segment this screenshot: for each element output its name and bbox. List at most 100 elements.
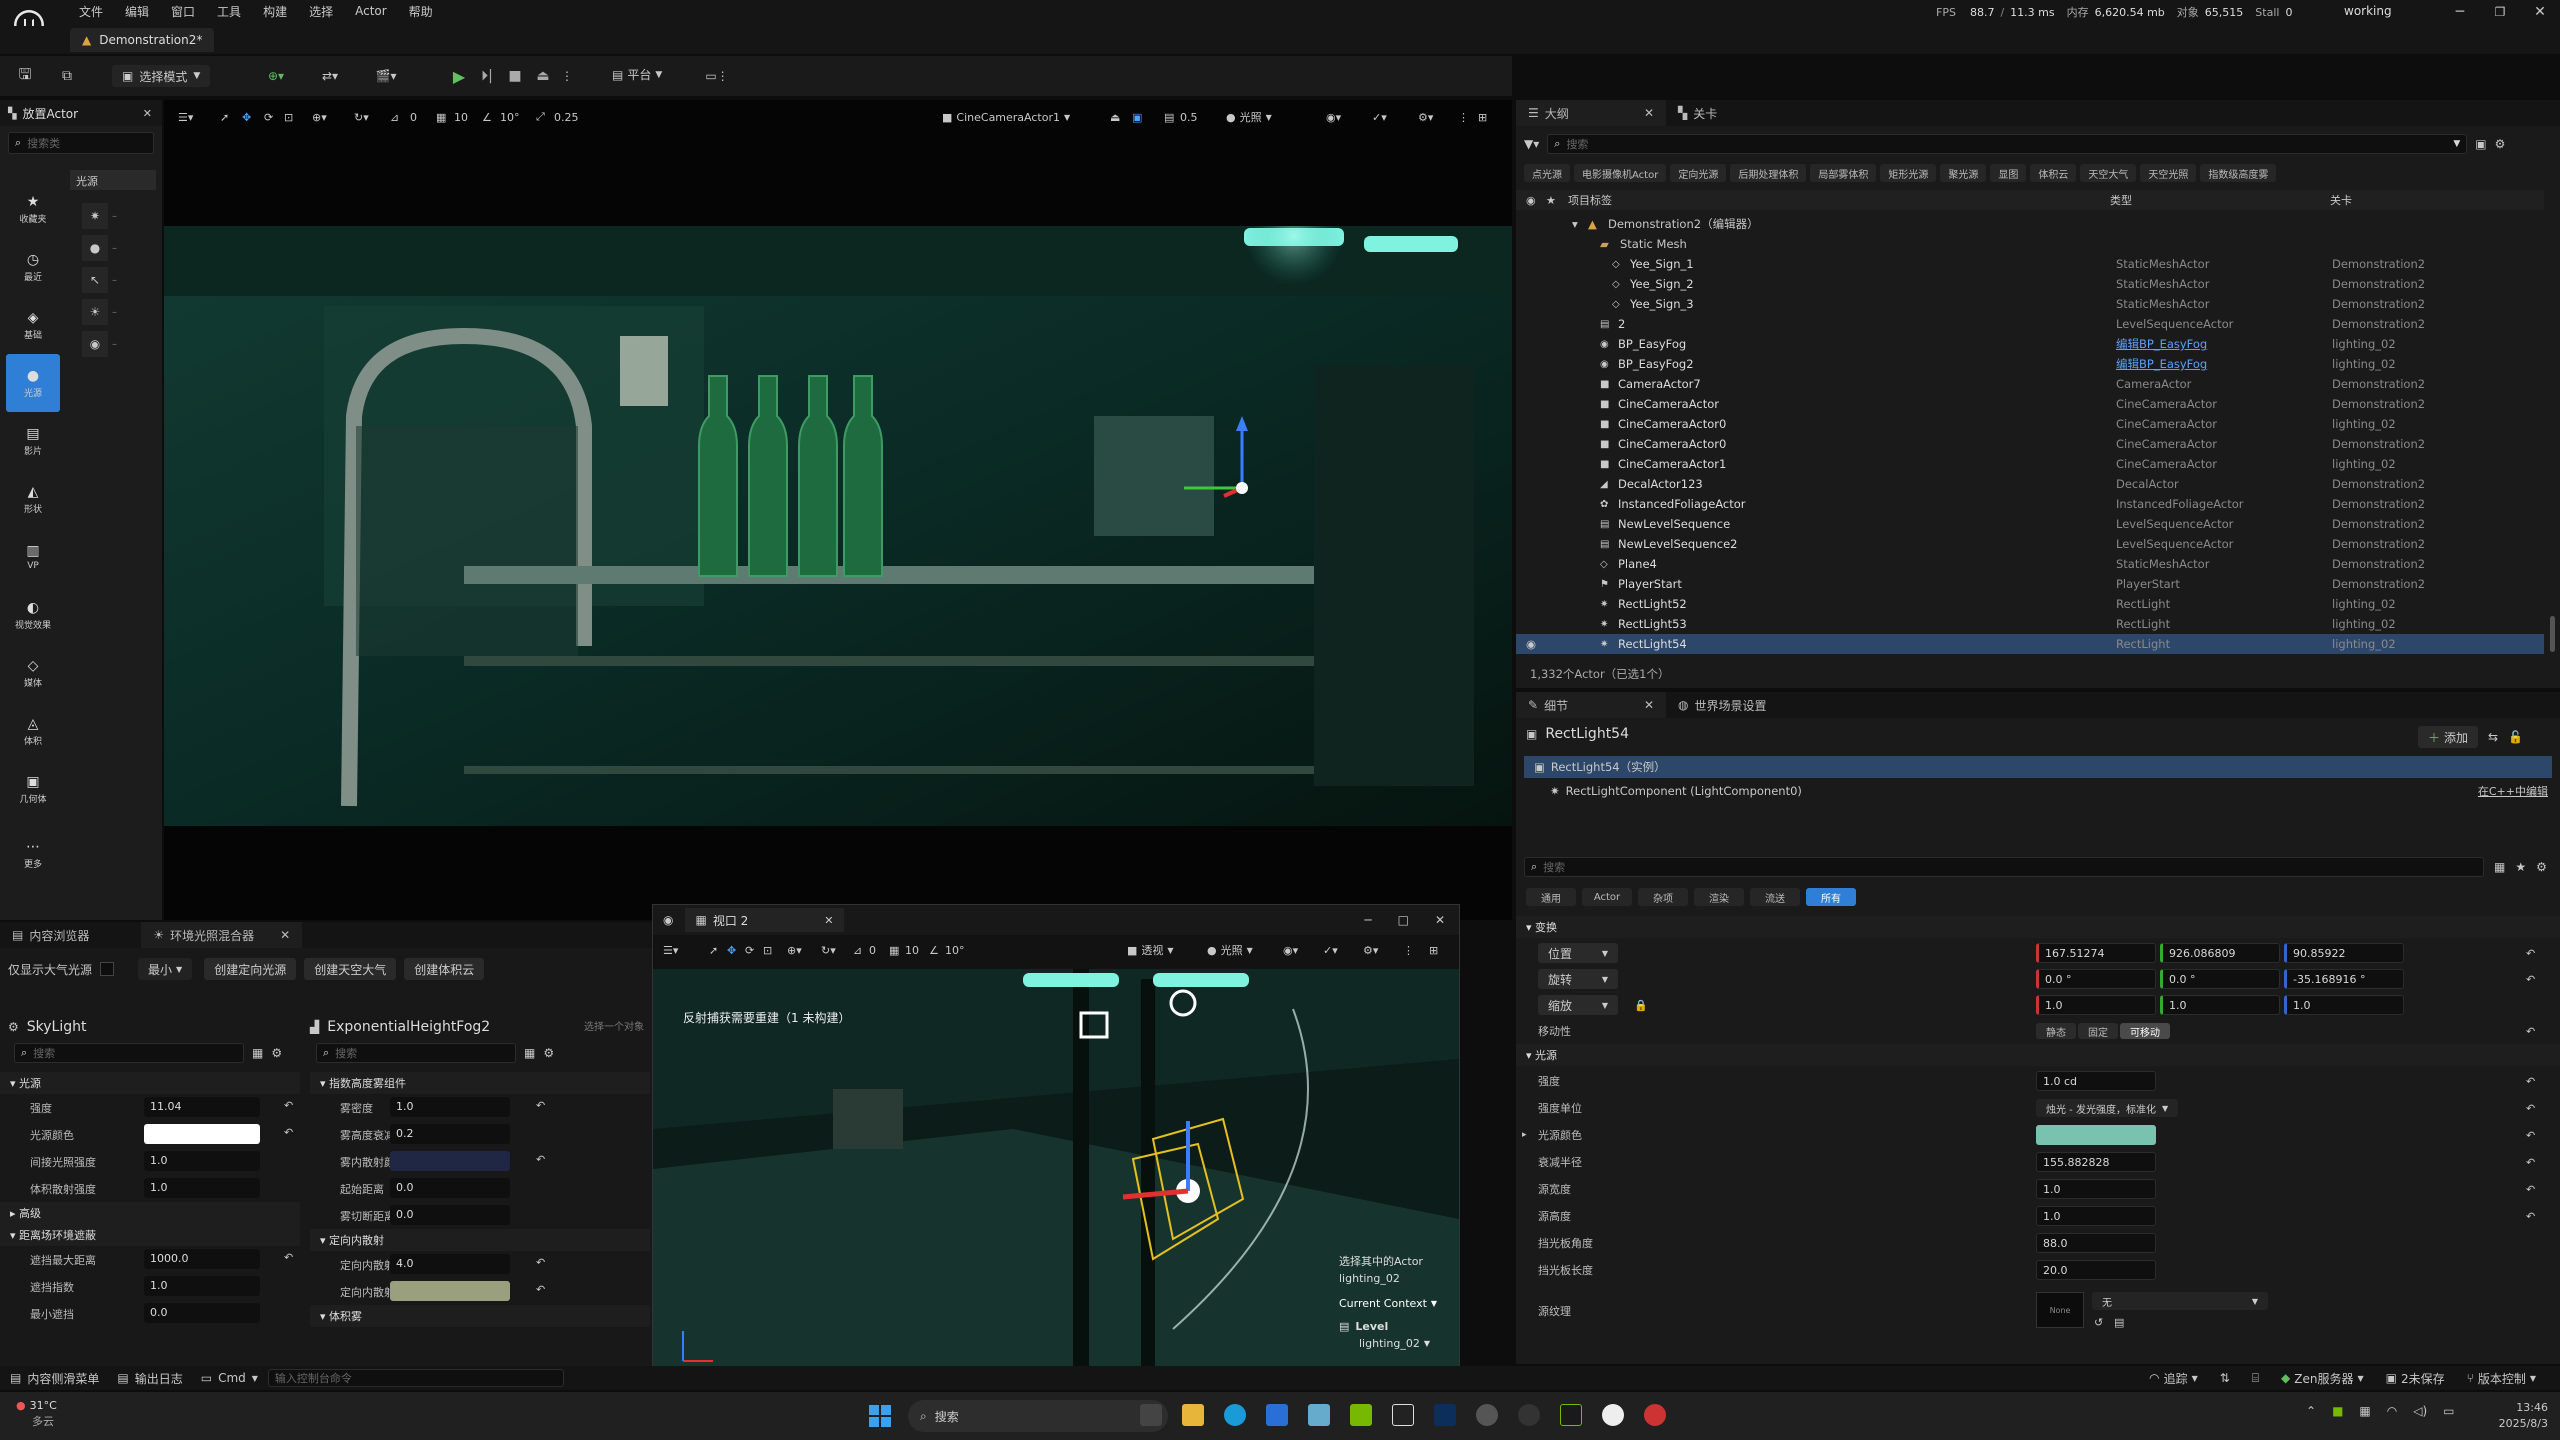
filter-chip[interactable]: 指数级高度雾: [2200, 164, 2277, 182]
wifi-icon[interactable]: ◠: [2387, 1404, 2397, 1418]
outliner-row[interactable]: ■ CineCameraActor CineCameraActor Demonstra…: [1516, 394, 2544, 414]
select-tool-icon[interactable]: ➚: [220, 111, 229, 124]
viewport-settings-icon[interactable]: ⚙▾: [1363, 944, 1378, 957]
gear-icon[interactable]: ⚙: [271, 1046, 282, 1060]
reset-icon[interactable]: ↶: [2526, 1025, 2535, 1038]
min-dropdown[interactable]: 最小 ▼: [138, 958, 193, 980]
outliner-row[interactable]: ■ CineCameraActor0 CineCameraActor Demonstr…: [1516, 434, 2544, 454]
scale-tool-icon[interactable]: ⊡: [284, 111, 293, 124]
snap-b[interactable]: 10: [905, 944, 919, 957]
light-property-value[interactable]: 1.0: [2036, 1206, 2156, 1226]
more-icon[interactable]: ⋮: [1458, 111, 1469, 124]
grid-snap-icon[interactable]: ▦: [436, 111, 446, 124]
create-dir-light-button[interactable]: 创建定向光源: [204, 958, 297, 980]
task-view-icon[interactable]: [1140, 1404, 1162, 1426]
close-icon[interactable]: ✕: [1435, 913, 1445, 927]
scale-z[interactable]: 1.0: [2284, 995, 2404, 1015]
category-item[interactable]: ▤ 影片: [6, 412, 60, 470]
translate-tool-icon[interactable]: ✥: [727, 944, 736, 957]
rot-snap-icon[interactable]: ∠: [482, 111, 492, 124]
world-icon[interactable]: ⊕▾: [787, 944, 802, 957]
nvidia-icon[interactable]: [1350, 1404, 1372, 1426]
outliner-row[interactable]: ▤ NewLevelSequence LevelSequenceActor Demon…: [1516, 514, 2544, 534]
edit-cpp-link[interactable]: 在C++中编辑: [2478, 783, 2548, 799]
more-icon[interactable]: ⋮: [560, 66, 574, 86]
fog-directional-section[interactable]: ▾ 定向内散射: [310, 1229, 650, 1251]
filter-chip[interactable]: 聚光源: [1940, 164, 1987, 182]
details-filter-tab[interactable]: Actor: [1582, 888, 1632, 906]
color-swatch[interactable]: [390, 1151, 510, 1171]
viewport-2-tab[interactable]: ▦ 视口 2 ✕: [685, 908, 844, 932]
skylight-advanced-section[interactable]: ▸ 高级: [0, 1202, 300, 1224]
skylight-light-section[interactable]: ▾ 光源: [0, 1072, 300, 1094]
rotate-snap-icon[interactable]: ↻▾: [354, 111, 369, 124]
use-asset-icon[interactable]: ↺: [2094, 1316, 2103, 1329]
light-property-value[interactable]: 1.0 cd: [2036, 1071, 2156, 1091]
edge-icon[interactable]: [1224, 1404, 1246, 1426]
outliner-row[interactable]: ◉ ✷ RectLight54 RectLight lighting_02: [1516, 634, 2544, 654]
outliner-row[interactable]: ✷ RectLight53 RectLight lighting_02: [1516, 614, 2544, 634]
only-env-checkbox[interactable]: [100, 962, 115, 976]
snap-c[interactable]: 10°: [945, 944, 965, 957]
color-swatch[interactable]: [390, 1281, 510, 1301]
scale-y[interactable]: 1.0: [2160, 995, 2280, 1015]
save-icon[interactable]: 🖫: [14, 65, 36, 86]
details-search-input[interactable]: ⌕ 搜索: [1524, 857, 2484, 877]
terminal-icon[interactable]: [1560, 1404, 1582, 1426]
outliner-row[interactable]: ▤ 2 LevelSequenceActor Demonstration2: [1516, 314, 2544, 334]
transform-section[interactable]: ▾ 变换: [1516, 916, 2560, 938]
column-level[interactable]: 关卡: [2330, 192, 2352, 208]
world-icon[interactable]: ⊕▾: [312, 111, 327, 124]
mobility-movable[interactable]: 可移动: [2120, 1023, 2170, 1039]
eye-icon[interactable]: ◉: [1526, 637, 1536, 651]
mobility-static[interactable]: 静态: [2036, 1023, 2076, 1039]
outliner-row[interactable]: ▤ NewLevelSequence2 LevelSequenceActor Demo…: [1516, 534, 2544, 554]
reset-icon[interactable]: ↶: [284, 1099, 293, 1112]
light-section[interactable]: ▾ 光源: [1516, 1044, 2560, 1066]
category-item[interactable]: ◭ 形状: [6, 470, 60, 528]
reset-icon[interactable]: ↶: [536, 1256, 545, 1269]
close-icon[interactable]: ✕: [143, 107, 152, 120]
outliner-row[interactable]: ✿ InstancedFoliageActor InstancedFoliageAc…: [1516, 494, 2544, 514]
tray-app-icon[interactable]: ■: [2332, 1404, 2343, 1418]
unsaved-button[interactable]: ▣ 2未保存: [2386, 1370, 2445, 1387]
skylight-dfao-section[interactable]: ▾ 距离场环境遮蔽: [0, 1224, 300, 1246]
cmd-dropdown[interactable]: ▭ Cmd ▼: [201, 1371, 258, 1385]
app-m-icon[interactable]: [1308, 1404, 1330, 1426]
lock-icon[interactable]: 🔓: [2508, 730, 2523, 744]
gear-icon[interactable]: ⚙: [2536, 860, 2547, 874]
category-item[interactable]: ★ 收藏夹: [6, 180, 60, 238]
battery-icon[interactable]: ▭: [2443, 1404, 2454, 1418]
filter-icon[interactable]: ▼▾: [1524, 137, 1539, 151]
fog-component-section[interactable]: ▾ 指数高度雾组件: [310, 1072, 650, 1094]
eject-pilot-icon[interactable]: ⏏: [1110, 111, 1120, 124]
light-property-value[interactable]: 88.0: [2036, 1233, 2156, 1253]
unreal-taskbar-icon[interactable]: [1602, 1404, 1624, 1426]
outliner-scrollbar[interactable]: [2550, 616, 2555, 652]
add-actor-icon[interactable]: ⊕▾: [256, 66, 296, 86]
filter-chip[interactable]: 天空大气: [2080, 164, 2137, 182]
app-gear-icon[interactable]: [1476, 1404, 1498, 1426]
app-p-icon[interactable]: [1518, 1404, 1540, 1426]
zen-server-button[interactable]: ◆ Zen服务器 ▼: [2281, 1370, 2364, 1387]
select-mode-button[interactable]: ▣ 选择模式 ▼: [112, 65, 211, 87]
menu-help[interactable]: 帮助: [398, 3, 444, 20]
windows-start-icon[interactable]: [868, 1404, 892, 1428]
details-filter-tab[interactable]: 渲染: [1694, 888, 1744, 906]
reset-icon[interactable]: ↶: [536, 1153, 545, 1166]
details-filter-tab[interactable]: 通用: [1526, 888, 1576, 906]
browse-asset-icon[interactable]: ▤: [2114, 1316, 2124, 1329]
reset-icon[interactable]: ↶: [536, 1099, 545, 1112]
maximize-icon[interactable]: □: [1398, 913, 1409, 927]
column-label[interactable]: 项目标签: [1568, 192, 1612, 208]
outliner-row[interactable]: ◉ BP_EasyFog2 编辑BP_EasyFog lighting_02: [1516, 354, 2544, 374]
rotation-snap-value[interactable]: 10°: [500, 111, 520, 124]
light-item[interactable]: ✷ –: [82, 200, 152, 232]
rotation-dropdown[interactable]: 旋转 ▼: [1538, 969, 1618, 989]
category-item[interactable]: ◬ 体积: [6, 702, 60, 760]
derived-data-icon[interactable]: ⇅: [2220, 1371, 2230, 1385]
source-texture-dropdown[interactable]: 无 ▼: [2092, 1292, 2268, 1310]
category-item[interactable]: ◈ 基础: [6, 296, 60, 354]
reset-icon[interactable]: ↶: [2526, 1102, 2535, 1115]
viewport-menu-icon[interactable]: ☰▾: [178, 111, 193, 124]
